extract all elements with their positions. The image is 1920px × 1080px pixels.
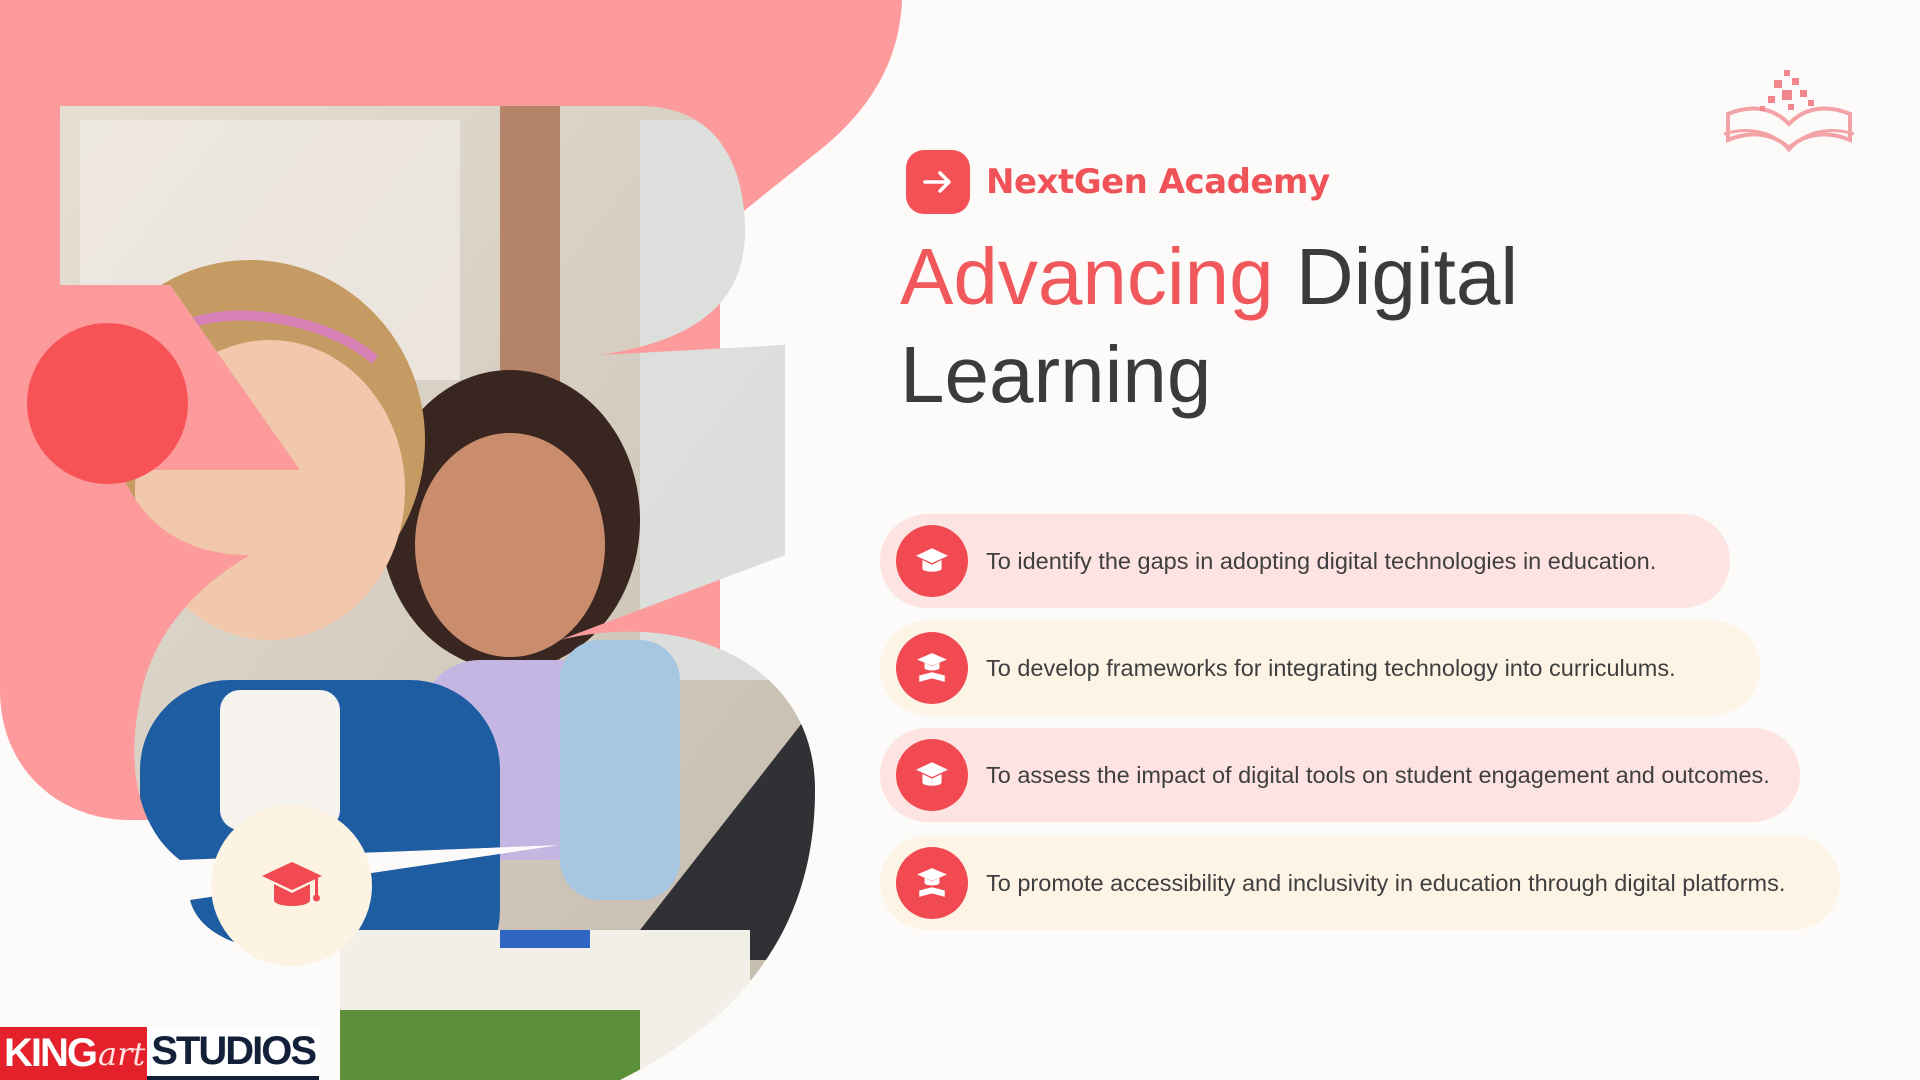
objective-icon bbox=[896, 632, 968, 704]
students-photo bbox=[60, 106, 815, 1080]
title-accent: Advancing bbox=[900, 232, 1274, 321]
objective-text: To assess the impact of digital tools on… bbox=[986, 761, 1770, 788]
brand-name: NextGen Academy bbox=[986, 162, 1330, 202]
page-title: Advancing Digital Learning bbox=[900, 228, 1800, 424]
slide: NextGen Academy Advancing Digital Learni… bbox=[0, 0, 1920, 1080]
objective-text: To promote accessibility and inclusivity… bbox=[986, 869, 1786, 896]
objective-icon bbox=[896, 739, 968, 811]
brand: NextGen Academy bbox=[906, 150, 1330, 214]
graduate-figure-icon bbox=[917, 653, 947, 682]
objective-icon bbox=[896, 847, 968, 919]
title-rest: Digital bbox=[1273, 232, 1519, 321]
graduation-cap-icon bbox=[261, 861, 322, 906]
objective-text: To identify the gaps in adopting digital… bbox=[986, 547, 1657, 574]
watermark-king-text: KING bbox=[4, 1031, 98, 1075]
list-item: To assess the impact of digital tools on… bbox=[880, 728, 1800, 822]
watermark-studios-text: STUDIOS bbox=[151, 1029, 317, 1073]
objective-icon bbox=[896, 525, 968, 597]
cap-badge bbox=[211, 805, 372, 966]
graduation-cap-icon bbox=[916, 762, 948, 786]
watermark-studios: STUDIOS bbox=[147, 1027, 320, 1080]
studio-watermark-logo: KING art STUDIOS bbox=[0, 1027, 320, 1080]
graduation-cap-icon bbox=[916, 548, 948, 572]
arrow-right-icon bbox=[923, 171, 951, 193]
title-line2: Learning bbox=[900, 330, 1212, 419]
red-dot-decoration bbox=[27, 323, 188, 484]
list-item: To promote accessibility and inclusivity… bbox=[880, 836, 1840, 930]
watermark-art-text: art bbox=[98, 1034, 146, 1073]
open-book-logo-icon bbox=[1723, 70, 1855, 153]
list-item: To identify the gaps in adopting digital… bbox=[880, 514, 1730, 608]
objective-text: To develop frameworks for integrating te… bbox=[986, 654, 1676, 681]
watermark-king: KING art bbox=[0, 1027, 148, 1080]
brand-arrow-button[interactable] bbox=[906, 150, 970, 214]
list-item: To develop frameworks for integrating te… bbox=[880, 621, 1760, 715]
graduate-figure-icon bbox=[917, 868, 947, 897]
